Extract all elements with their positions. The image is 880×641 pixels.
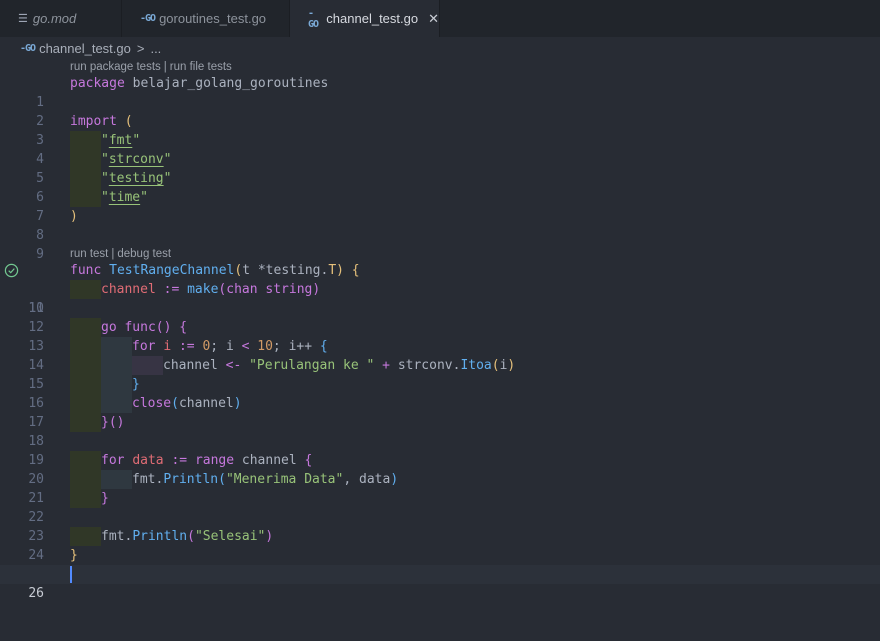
breadcrumb: -GO channel_test.go > ...	[0, 37, 880, 59]
codelens-func: run test | debug test	[70, 246, 171, 262]
editor-tab-bar: ☰ go.mod -GO goroutines_test.go -GO chan…	[0, 0, 880, 37]
code-line-current[interactable]: 26	[0, 565, 880, 601]
code-line: 15 channel <- "Perulangan ke " + strconv…	[0, 356, 880, 392]
codelens-separator: |	[163, 61, 167, 73]
go-file-icon: -GO	[308, 7, 319, 30]
code-line: 6 "testing"	[0, 169, 880, 205]
debug-test-link[interactable]: debug test	[117, 248, 171, 260]
code-line: 17 close(channel)	[0, 394, 880, 430]
text-cursor	[70, 566, 72, 583]
tab-go-mod[interactable]: ☰ go.mod	[0, 0, 122, 37]
code-line: 23	[0, 508, 880, 544]
code-line: 18 }()	[0, 413, 880, 449]
code-line: 9	[0, 226, 880, 262]
code-line: 10 func TestRangeChannel(t *testing.T) {	[0, 261, 880, 316]
code-editor[interactable]: run package tests | run file tests 1 pac…	[0, 59, 880, 601]
menu-icon: ☰	[18, 13, 28, 25]
run-test-link[interactable]: run test	[70, 248, 108, 260]
run-file-tests-link[interactable]: run file tests	[170, 61, 232, 73]
code-line: 16 }	[0, 375, 880, 411]
code-line: 13 go func() {	[0, 318, 880, 354]
code-line: 1 package belajar_golang_goroutines	[0, 74, 880, 110]
code-line: 12	[0, 299, 880, 335]
code-line: 20 for data := range channel {	[0, 451, 880, 487]
breadcrumb-more[interactable]: ...	[150, 41, 161, 56]
close-icon[interactable]: ✕	[428, 11, 439, 27]
code-line: 8 )	[0, 207, 880, 243]
code-line: 25 }	[0, 546, 880, 582]
code-line: 19	[0, 432, 880, 468]
code-line: 4 "fmt"	[0, 131, 880, 167]
tab-label: goroutines_test.go	[159, 11, 267, 26]
codelens-separator: |	[111, 248, 115, 260]
code-line: 22 }	[0, 489, 880, 525]
tab-channel-test[interactable]: -GO channel_test.go ✕	[290, 0, 440, 37]
code-line: 21 fmt.Println("Menerima Data", data)	[0, 470, 880, 506]
tab-label: go.mod	[32, 11, 77, 26]
go-file-icon: -GO	[140, 13, 156, 24]
code-line: 3 import (	[0, 112, 880, 148]
codelens-package: run package tests | run file tests	[70, 59, 232, 75]
code-line: 11 channel := make(chan string)	[0, 280, 880, 316]
run-package-tests-link[interactable]: run package tests	[70, 61, 161, 73]
code-line: 14 for i := 0; i < 10; i++ {	[0, 337, 880, 373]
code-line: 2	[0, 93, 880, 129]
code-line: 7 "time"	[0, 188, 880, 224]
tab-label: channel_test.go	[326, 11, 419, 26]
breadcrumb-file[interactable]: channel_test.go	[39, 41, 131, 56]
code-line: 24 fmt.Println("Selesai")	[0, 527, 880, 563]
test-passed-icon[interactable]	[4, 263, 19, 278]
chevron-right-icon: >	[136, 40, 145, 56]
go-file-icon: -GO	[20, 42, 36, 54]
code-line: 5 "strconv"	[0, 150, 880, 186]
tab-goroutines-test[interactable]: -GO goroutines_test.go	[122, 0, 290, 37]
